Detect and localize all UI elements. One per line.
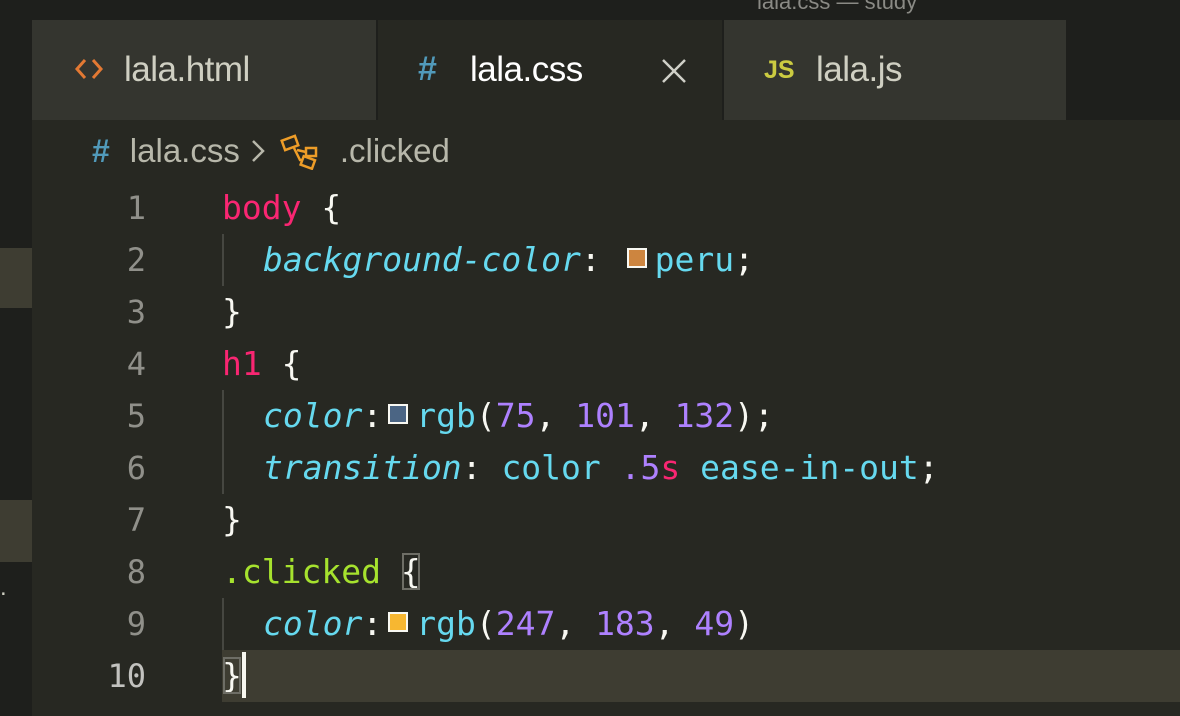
- css-selector: h1: [222, 344, 262, 383]
- line-number: 1: [126, 189, 146, 227]
- colon: :: [580, 240, 621, 279]
- line-number: 4: [126, 345, 146, 383]
- css-hash-icon: #: [418, 50, 437, 88]
- css-value: color: [501, 448, 601, 487]
- brace-open: {: [261, 344, 302, 383]
- tab-lala-js[interactable]: JS lala.js: [724, 20, 1066, 120]
- css-selector: body: [222, 188, 302, 227]
- css-hash-icon: #: [92, 132, 110, 169]
- number: 101: [575, 396, 635, 435]
- css-property: color: [263, 604, 363, 643]
- indent-guide: [222, 234, 224, 286]
- line-number: 6: [126, 449, 146, 487]
- comma: ,: [634, 396, 675, 435]
- code-line-1[interactable]: body {: [222, 182, 341, 234]
- brace-open-matched: {: [400, 552, 421, 591]
- title-bar: lala.css — study: [0, 0, 1180, 20]
- css-class-selector: .clicked: [222, 552, 381, 591]
- unit: s: [660, 448, 681, 487]
- breadcrumb-symbol[interactable]: .clicked: [340, 132, 450, 170]
- symbol-class-icon: [279, 132, 322, 170]
- html-code-icon: [72, 54, 106, 84]
- paren-open: (: [475, 396, 496, 435]
- breadcrumb: # lala.css .clicked: [92, 128, 450, 174]
- colon: :: [362, 396, 383, 435]
- css-value: ease-in-out: [700, 448, 919, 487]
- code-line-3[interactable]: }: [222, 286, 242, 338]
- number: .5: [620, 448, 661, 487]
- semicolon: ;: [734, 240, 754, 279]
- code-line-9[interactable]: color: rgb(247, 183, 49): [263, 598, 754, 650]
- window-title: lala.css — study: [757, 0, 918, 14]
- tab-label: lala.css: [470, 50, 583, 89]
- number: 247: [495, 604, 556, 643]
- tab-lala-html[interactable]: lala.html: [32, 20, 376, 120]
- indent-guide: [222, 390, 224, 494]
- side-panel-item[interactable]: [0, 248, 32, 308]
- close-icon[interactable]: [660, 57, 688, 90]
- number: 132: [674, 396, 735, 435]
- side-panel-dot: .: [0, 574, 7, 601]
- side-panel-item[interactable]: [0, 500, 32, 562]
- css-property: background-color: [263, 240, 581, 279]
- brace-close: }: [222, 500, 242, 539]
- chevron-right-icon: [250, 137, 266, 165]
- brace-close-matched: }: [222, 656, 242, 695]
- code-line-6[interactable]: transition: color .5s ease-in-out;: [263, 442, 939, 494]
- line-number: 7: [126, 501, 146, 539]
- number: 49: [694, 604, 735, 643]
- indent-guide: [222, 598, 224, 650]
- comma: ,: [654, 604, 695, 643]
- brace-open: {: [301, 188, 342, 227]
- paren-open: (: [475, 604, 496, 643]
- number: 183: [595, 604, 655, 643]
- tab-label: lala.js: [816, 50, 902, 89]
- css-function: rgb: [416, 604, 476, 643]
- line-number: 3: [126, 293, 146, 331]
- brace-close: }: [222, 292, 242, 331]
- code-line-7[interactable]: }: [222, 494, 242, 546]
- code-line-8[interactable]: .clicked {: [222, 546, 421, 598]
- colon: :: [461, 448, 502, 487]
- color-swatch-icon[interactable]: [388, 611, 409, 632]
- color-swatch-icon[interactable]: [626, 247, 647, 268]
- line-number-current: 10: [107, 657, 146, 695]
- line-number: 9: [126, 605, 146, 643]
- css-property: transition: [263, 448, 462, 487]
- css-value: peru: [654, 240, 735, 279]
- code-line-10[interactable]: }: [222, 650, 246, 702]
- number: 75: [495, 396, 536, 435]
- current-line-highlight: [222, 650, 1180, 702]
- comma: ,: [555, 604, 596, 643]
- line-number: 5: [126, 397, 146, 435]
- paren-close-semicolon: );: [734, 396, 774, 435]
- color-swatch-icon[interactable]: [388, 403, 409, 424]
- tab-strip: lala.html # lala.css JS lala.js: [0, 20, 1180, 120]
- side-panel-edge: .: [0, 120, 32, 716]
- code-line-4[interactable]: h1 {: [222, 338, 302, 390]
- paren-close: ): [734, 604, 755, 643]
- tab-label: lala.html: [124, 50, 250, 89]
- css-function: rgb: [416, 396, 476, 435]
- comma: ,: [535, 396, 576, 435]
- code-line-2[interactable]: background-color: peru;: [263, 234, 754, 286]
- line-number: 8: [126, 553, 146, 591]
- js-file-icon: JS: [764, 56, 795, 84]
- line-number: 2: [126, 241, 146, 279]
- css-property: color: [263, 396, 363, 435]
- semicolon: ;: [918, 448, 939, 487]
- text-cursor: [241, 651, 246, 698]
- tab-lala-css[interactable]: # lala.css: [378, 20, 722, 120]
- breadcrumb-file[interactable]: lala.css: [130, 132, 240, 170]
- code-line-5[interactable]: color: rgb(75, 101, 132);: [263, 390, 774, 442]
- colon: :: [362, 604, 383, 643]
